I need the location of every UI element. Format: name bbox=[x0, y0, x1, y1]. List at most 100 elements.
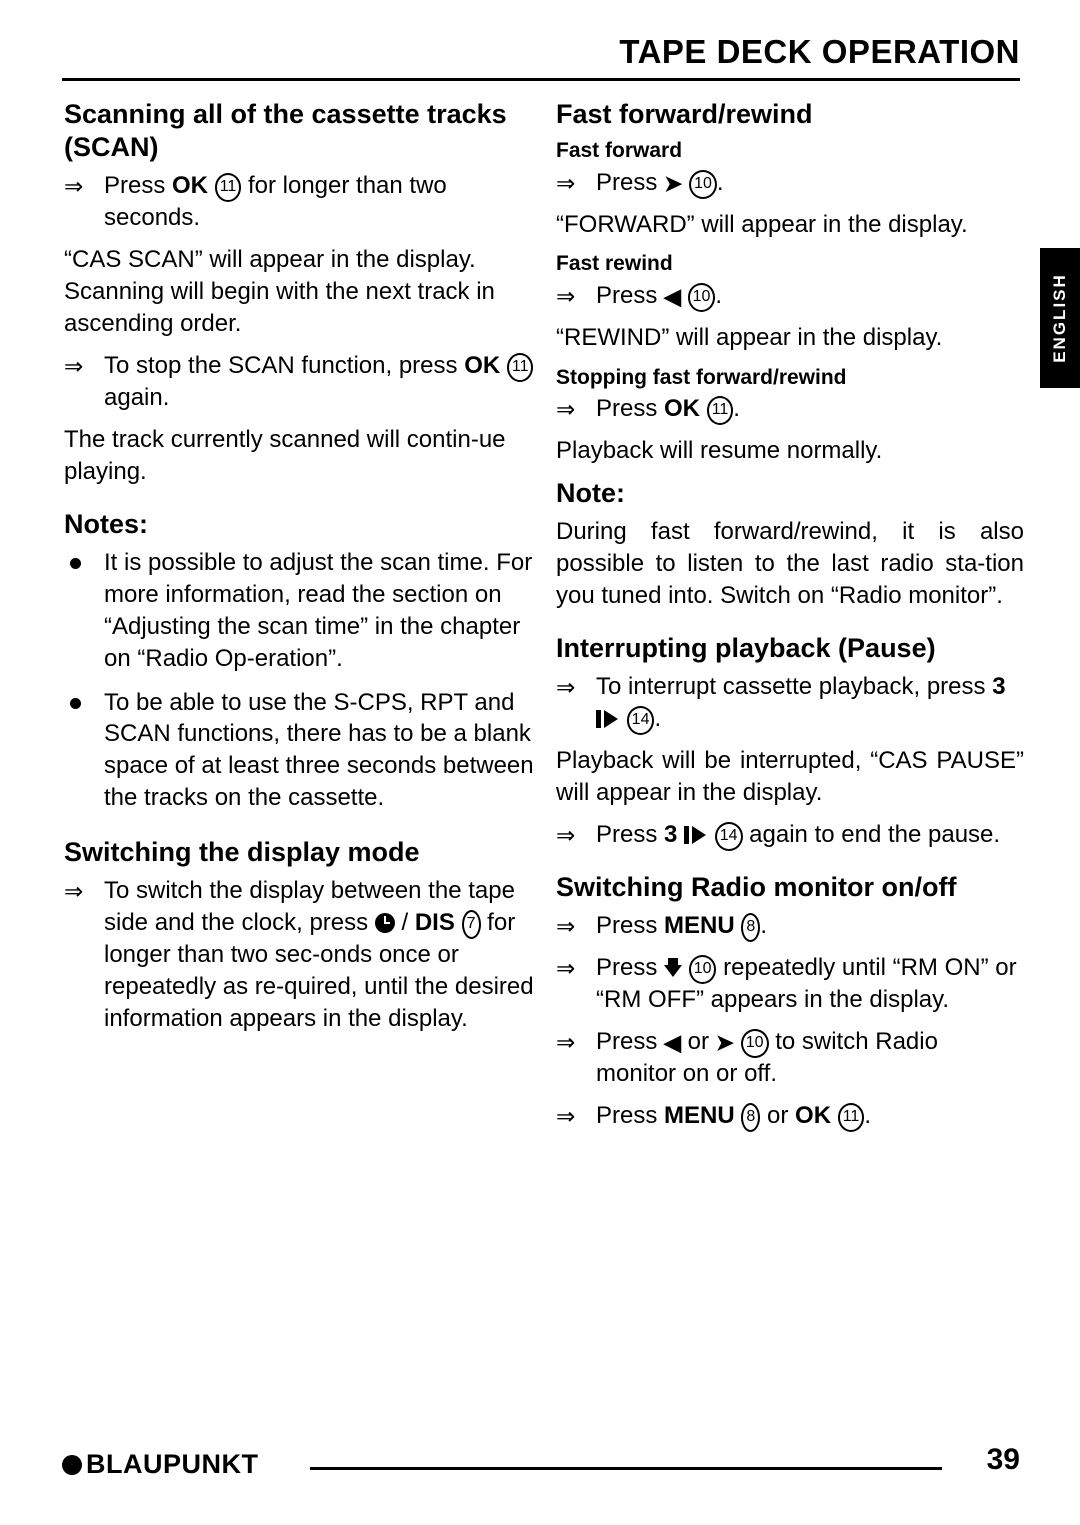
fast-forward-step-pre: Press bbox=[596, 168, 665, 196]
arrow-bullet-icon: ⇒ bbox=[556, 954, 576, 981]
fast-forward-icon: ➤ bbox=[664, 170, 683, 196]
display-mode-step: ⇒ To switch the display between the tape … bbox=[64, 875, 534, 1035]
arrow-bullet-icon: ⇒ bbox=[64, 878, 84, 905]
page-number: 39 bbox=[986, 1443, 1020, 1476]
scan-paragraph-1: “CAS SCAN” will appear in the display. S… bbox=[64, 246, 495, 338]
callout-number: 14 bbox=[714, 821, 743, 851]
section-heading-fast-forward-rewind: Fast forward/rewind bbox=[556, 99, 813, 129]
notes-item-1: It is possible to adjust the scan time. … bbox=[64, 547, 534, 675]
brand-dot-icon bbox=[62, 1455, 82, 1475]
radio-monitor-step-3: ⇒ Press ◀ or ➤ 10 to switch Radio monitor… bbox=[556, 1026, 1024, 1090]
fast-forward-step-post: . bbox=[716, 168, 724, 196]
callout-number: 11 bbox=[214, 173, 242, 203]
page-footer: BLAUPUNKT 39 bbox=[62, 1443, 1020, 1489]
scan-step-1: ⇒ Press OK 11 for longer than two seconds… bbox=[64, 170, 534, 234]
arrow-bullet-icon: ⇒ bbox=[556, 821, 576, 848]
pause-step-1-post: . bbox=[654, 704, 662, 732]
footer-divider bbox=[310, 1467, 942, 1470]
stopping-step: ⇒ Press OK 11. bbox=[556, 393, 1024, 425]
key-3: 3 bbox=[992, 672, 1006, 700]
key-ok: OK bbox=[795, 1101, 832, 1129]
language-tab: ENGLISH bbox=[1040, 248, 1080, 388]
radio-monitor-step-4: ⇒ Press MENU 8 or OK 11. bbox=[556, 1100, 1024, 1132]
notes-item-2-text: To be able to use the S-CPS, RPT and SCA… bbox=[104, 688, 534, 812]
bullet-dot-icon bbox=[70, 697, 81, 709]
arrow-bullet-icon: ⇒ bbox=[556, 1102, 576, 1129]
arrow-bullet-icon: ⇒ bbox=[64, 353, 84, 380]
radio-monitor-step-3-pre: Press bbox=[596, 1027, 665, 1055]
radio-monitor-step-1: ⇒ Press MENU 8. bbox=[556, 910, 1024, 942]
page-header: TAPE DECK OPERATION bbox=[62, 33, 1020, 82]
arrow-bullet-icon: ⇒ bbox=[64, 173, 84, 200]
key-3: 3 bbox=[664, 820, 678, 848]
pause-play-icon bbox=[684, 825, 708, 844]
brand-name: BLAUPUNKT bbox=[86, 1449, 259, 1479]
page-title: TAPE DECK OPERATION bbox=[619, 33, 1020, 70]
pause-step-2-post: again to end the pause. bbox=[742, 820, 1001, 848]
callout-number: 10 bbox=[687, 282, 716, 312]
arrow-bullet-icon: ⇒ bbox=[556, 912, 576, 939]
scan-step-1-pre: Press bbox=[104, 172, 173, 200]
subheading-fast-rewind: Fast rewind bbox=[556, 252, 673, 276]
pause-step-2: ⇒ Press 3 14 again to end the pause. bbox=[556, 819, 1024, 851]
note-heading: Note: bbox=[556, 477, 625, 508]
arrow-bullet-icon: ⇒ bbox=[556, 169, 576, 196]
brand-logo: BLAUPUNKT bbox=[62, 1449, 259, 1480]
key-ok: OK bbox=[464, 352, 501, 380]
stopping-step-post: . bbox=[733, 394, 740, 422]
note-text: During fast forward/rewind, it is also p… bbox=[556, 518, 1024, 609]
radio-monitor-step-4-mid: or bbox=[760, 1101, 796, 1129]
radio-monitor-step-1-post: . bbox=[760, 911, 768, 939]
section-heading-display-mode: Switching the display mode bbox=[64, 837, 420, 868]
section-heading-radio-monitor: Switching Radio monitor on/off bbox=[556, 871, 957, 902]
callout-number: 11 bbox=[506, 353, 534, 383]
key-menu: MENU bbox=[664, 911, 735, 939]
radio-monitor-step-2: ⇒ Press 10 repeatedly until “RM ON” or “R… bbox=[556, 952, 1024, 1016]
page: TAPE DECK OPERATION ENGLISH Scanning all… bbox=[0, 0, 1080, 1525]
callout-number: 10 bbox=[688, 954, 717, 984]
rewind-icon: ◀ bbox=[664, 283, 681, 309]
radio-monitor-step-4-post: . bbox=[864, 1101, 871, 1129]
right-column: Fast forward/rewind Fast forward ⇒ Press … bbox=[556, 98, 1024, 1142]
callout-number: 11 bbox=[706, 395, 734, 425]
notes-item-1-text: It is possible to adjust the scan time. … bbox=[104, 548, 533, 672]
left-column: Scanning all of the cassette tracks (SCA… bbox=[64, 98, 534, 1045]
pause-play-icon bbox=[596, 709, 620, 728]
radio-monitor-step-2-pre: Press bbox=[596, 953, 665, 981]
pause-step-1-pre: To interrupt cassette playback, press bbox=[596, 672, 993, 700]
key-menu: MENU bbox=[664, 1101, 735, 1129]
stopping-paragraph: Playback will resume normally. bbox=[556, 436, 883, 464]
subheading-stopping-fast-forward-rewind: Stopping fast forward/rewind bbox=[556, 365, 847, 389]
fast-rewind-step: ⇒ Press ◀ 10. bbox=[556, 280, 1024, 312]
key-ok: OK bbox=[172, 172, 209, 200]
pause-paragraph: Playback will be interrupted, “CAS PAUSE… bbox=[556, 746, 1024, 806]
arrow-bullet-icon: ⇒ bbox=[556, 395, 576, 422]
key-ok: OK bbox=[664, 394, 701, 422]
radio-monitor-step-1-pre: Press bbox=[596, 911, 665, 939]
radio-monitor-step-4-pre: Press bbox=[596, 1101, 665, 1129]
display-mode-step-mid: / bbox=[394, 909, 415, 937]
pause-step-2-pre: Press bbox=[596, 820, 665, 848]
clock-icon bbox=[374, 913, 395, 934]
scan-step-2-post: again. bbox=[104, 384, 170, 412]
fast-forward-paragraph: “FORWARD” will appear in the display. bbox=[556, 210, 968, 238]
key-dis: DIS bbox=[414, 909, 455, 937]
callout-number: 7 bbox=[461, 910, 481, 940]
subheading-fast-forward: Fast forward bbox=[556, 139, 683, 163]
bullet-dot-icon bbox=[70, 557, 81, 569]
arrow-bullet-icon: ⇒ bbox=[556, 1028, 576, 1055]
down-arrow-icon bbox=[664, 957, 683, 977]
callout-number: 10 bbox=[689, 169, 717, 199]
rewind-icon: ◀ bbox=[664, 1029, 681, 1055]
section-heading-scan: Scanning all of the cassette tracks (SCA… bbox=[64, 99, 507, 163]
language-tab-label: ENGLISH bbox=[1050, 273, 1069, 363]
arrow-bullet-icon: ⇒ bbox=[556, 282, 576, 309]
callout-number: 11 bbox=[837, 1102, 865, 1132]
callout-number: 14 bbox=[626, 705, 655, 735]
fast-forward-icon: ➤ bbox=[715, 1029, 735, 1055]
scan-step-2-pre: To stop the SCAN function, press bbox=[104, 352, 465, 380]
scan-step-2: ⇒ To stop the SCAN function, press OK 11 … bbox=[64, 350, 534, 414]
pause-step-1: ⇒ To interrupt cassette playback, press 3… bbox=[556, 671, 1024, 735]
arrow-bullet-icon: ⇒ bbox=[556, 673, 576, 700]
radio-monitor-step-3-mid: or bbox=[680, 1027, 716, 1055]
